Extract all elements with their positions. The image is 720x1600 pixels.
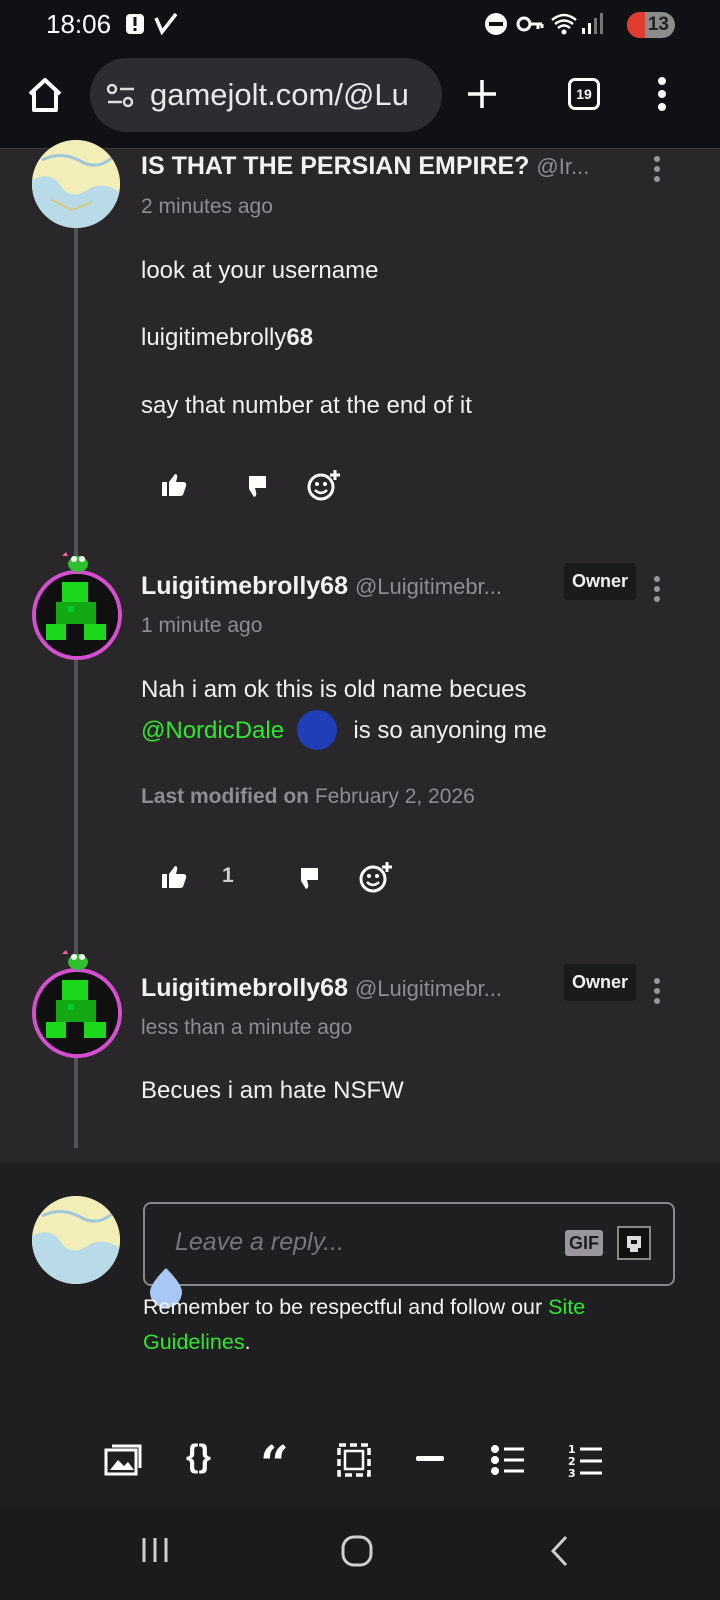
browser-menu-icon[interactable]	[656, 76, 668, 112]
pixel-avatar-image	[36, 972, 118, 1054]
like-count: 1	[222, 864, 234, 887]
comment-author[interactable]: IS THAT THE PERSIAN EMPIRE? @Ir...	[141, 152, 641, 181]
comment-handle: @Ir...	[536, 154, 590, 179]
more-options-icon[interactable]	[654, 978, 662, 1008]
avatar-frog-decoration	[62, 552, 88, 572]
svg-text:3: 3	[568, 1467, 576, 1478]
comment-handle: @Luigitimebr...	[354, 976, 502, 1001]
quote-icon[interactable]: “	[260, 1434, 289, 1493]
comment-paragraph: luigitimebrolly68	[141, 324, 314, 351]
comment-paragraph: look at your username	[141, 257, 379, 284]
comment-handle: @Luigitimebr...	[354, 574, 502, 599]
map-avatar-image	[32, 140, 120, 228]
thumbs-up-icon[interactable]	[160, 472, 188, 498]
reply-composer: Leave a reply... GIF Remember to be resp…	[0, 1162, 720, 1508]
reply-placeholder: Leave a reply...	[175, 1228, 345, 1256]
avatar[interactable]	[32, 140, 120, 228]
last-modified: Last modified on February 2, 2026	[141, 785, 475, 808]
numbered-list-icon[interactable]: 1 2 3	[568, 1442, 604, 1478]
avatar-frog-decoration	[62, 950, 88, 970]
comment-timestamp: 2 minutes ago	[141, 195, 273, 218]
back-icon[interactable]	[548, 1534, 572, 1568]
comment-author[interactable]: Luigitimebrolly68 @Luigitimebr...	[141, 974, 551, 1003]
more-options-icon[interactable]	[654, 576, 662, 606]
thumbs-down-icon[interactable]	[240, 474, 268, 500]
code-block-icon[interactable]: {}	[186, 1438, 211, 1475]
comment-timestamp: less than a minute ago	[141, 1016, 353, 1039]
thumbs-up-icon[interactable]	[160, 864, 188, 890]
status-bar: 18:06 13	[0, 0, 720, 48]
system-navigation-bar	[0, 1508, 720, 1600]
comment: IS THAT THE PERSIAN EMPIRE? @Ir... 2 min…	[0, 140, 720, 548]
avatar[interactable]	[32, 968, 122, 1058]
site-settings-icon[interactable]	[106, 82, 136, 110]
pixel-avatar-image	[36, 574, 118, 656]
thumbs-down-icon[interactable]	[292, 866, 320, 892]
more-options-icon[interactable]	[654, 156, 662, 186]
owner-badge: Owner	[564, 563, 637, 600]
reply-input[interactable]: Leave a reply... GIF	[143, 1202, 675, 1286]
image-icon[interactable]	[104, 1444, 142, 1476]
new-tab-icon[interactable]	[466, 78, 498, 110]
comment: Luigitimebrolly68 @Luigitimebr... Owner …	[0, 552, 720, 918]
current-user-avatar	[32, 1196, 120, 1284]
guidelines-notice: Remember to be respectful and follow our…	[143, 1295, 586, 1354]
comment-timestamp: 1 minute ago	[141, 614, 263, 637]
recent-apps-icon[interactable]	[140, 1534, 172, 1566]
owner-badge: Owner	[564, 964, 637, 1001]
sticker-icon[interactable]	[617, 1226, 651, 1260]
avatar[interactable]	[32, 570, 122, 660]
notification-icons	[126, 12, 178, 36]
comment: Luigitimebrolly68 @Luigitimebr... Owner …	[0, 950, 720, 1136]
home-button-icon[interactable]	[340, 1534, 374, 1568]
mention-avatar	[296, 710, 337, 750]
comment-author[interactable]: Luigitimebrolly68 @Luigitimebr...	[141, 572, 551, 601]
status-time: 18:06	[46, 9, 112, 39]
address-bar[interactable]: gamejolt.com/@Lu	[90, 58, 442, 132]
tab-switcher-button[interactable]: 19	[568, 78, 600, 110]
user-mention-link[interactable]: @NordicDale	[141, 717, 284, 744]
battery-indicator: 13	[627, 12, 675, 38]
comment-paragraph: Nah i am ok this is old name becues	[141, 676, 527, 703]
gif-button[interactable]: GIF	[565, 1230, 603, 1256]
browser-toolbar: gamejolt.com/@Lu 19	[0, 48, 720, 149]
bullet-list-icon[interactable]	[490, 1444, 526, 1476]
map-avatar-image	[32, 1196, 120, 1284]
system-status-icons	[485, 13, 603, 35]
add-reaction-icon[interactable]	[358, 860, 394, 894]
spoiler-icon[interactable]	[336, 1442, 372, 1478]
home-icon[interactable]	[26, 76, 64, 114]
comment-paragraph: @NordicDale is so anyoning me	[141, 710, 681, 750]
divider-icon[interactable]	[414, 1454, 446, 1464]
comment-paragraph: Becues i am hate NSFW	[141, 1077, 404, 1104]
add-reaction-icon[interactable]	[306, 468, 342, 502]
url-text: gamejolt.com/@Lu	[150, 77, 409, 112]
comment-paragraph: say that number at the end of it	[141, 392, 472, 419]
